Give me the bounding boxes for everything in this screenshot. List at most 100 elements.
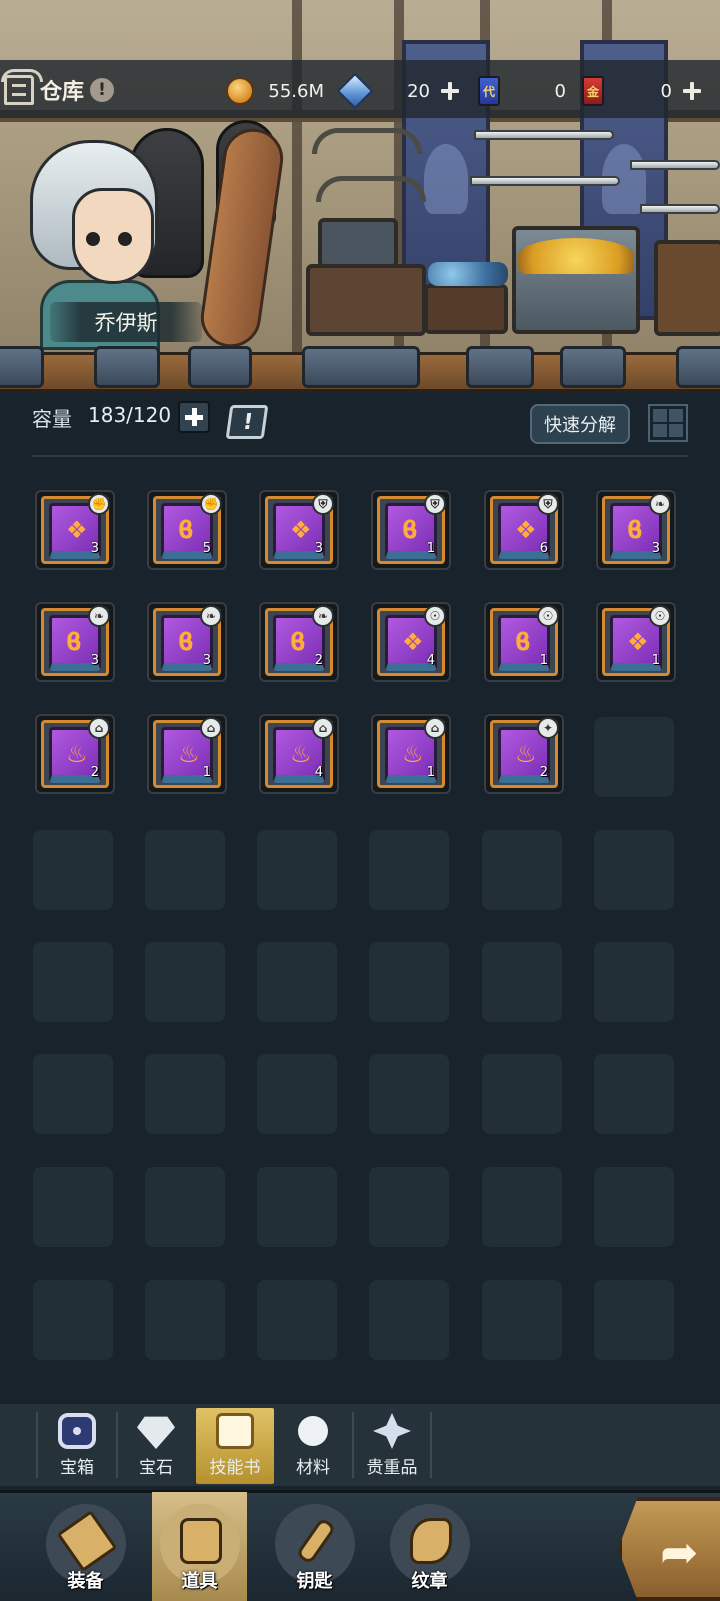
item-count: 1: [426, 541, 435, 556]
item-count: 3: [90, 653, 99, 668]
skill-book-item[interactable]: ❖ ✊ 3: [35, 490, 115, 570]
tab-valuable[interactable]: 贵重品: [353, 1408, 431, 1484]
crystal-pile: [428, 262, 508, 286]
empty-slot: [257, 830, 337, 910]
material-icon: [294, 1413, 332, 1449]
nav-equipment[interactable]: 装备: [38, 1492, 133, 1601]
tab-label: 宝箱: [60, 1458, 94, 1478]
skill-book-item[interactable]: ϐ ❧ 3: [596, 490, 676, 570]
bow-decoration: [316, 176, 426, 202]
rail-block: [676, 346, 720, 388]
notice-board-icon[interactable]: !: [225, 405, 269, 439]
wooden-beam: [292, 0, 302, 360]
item-frame: ϐ ✊ 5: [153, 493, 222, 564]
tab-label: 材料: [296, 1458, 330, 1478]
item-frame: ❖ ☉ 1: [602, 605, 671, 676]
tab-skill-book[interactable]: 技能书: [196, 1408, 274, 1484]
tab-chest[interactable]: 宝箱: [38, 1408, 116, 1484]
skill-book-item[interactable]: ❖ ⛨ 6: [484, 490, 564, 570]
tab-gem[interactable]: 宝石: [117, 1408, 195, 1484]
grid-view-toggle-icon[interactable]: [648, 404, 688, 442]
tab-separator: [430, 1412, 432, 1478]
add-red-ticket-button[interactable]: [682, 81, 702, 101]
gold-value: 55.6M: [268, 80, 324, 102]
red-ticket-icon: 金: [582, 76, 604, 106]
empty-slot: [145, 830, 225, 910]
nav-items[interactable]: 道具: [152, 1492, 247, 1601]
item-frame: ❖ ✊ 3: [41, 493, 110, 564]
rail-block: [188, 346, 252, 388]
skill-book-item[interactable]: ♨ ⌂ 1: [147, 714, 227, 794]
empty-slot: [594, 1280, 674, 1360]
blue-ticket-icon: 代: [478, 76, 500, 106]
tab-material[interactable]: 材料: [274, 1408, 352, 1484]
skill-book-item[interactable]: ϐ ❧ 3: [147, 602, 227, 682]
empty-slot: [482, 1054, 562, 1134]
item-frame: ♨ ⌂ 1: [377, 717, 446, 788]
empty-slot: [482, 942, 562, 1022]
info-icon[interactable]: !: [90, 78, 115, 102]
item-frame: ϐ ❧ 3: [41, 605, 110, 676]
skill-book-item[interactable]: ϐ ☉ 1: [484, 602, 564, 682]
barrel: [654, 240, 720, 336]
book-emblem: ❖: [515, 516, 537, 544]
skill-book-item[interactable]: ♨ ⌂ 2: [35, 714, 115, 794]
red-ticket-value: 0: [660, 80, 672, 102]
empty-slot: [145, 1280, 225, 1360]
skill-book-item[interactable]: ❖ ☉ 1: [596, 602, 676, 682]
item-count: 3: [202, 653, 211, 668]
item-frame: ϐ ☉ 1: [490, 605, 559, 676]
nav-key[interactable]: 钥匙: [267, 1492, 362, 1601]
class-badge-icon: ❧: [88, 605, 110, 627]
skill-book-item[interactable]: ♨ ⌂ 1: [371, 714, 451, 794]
class-badge-icon: ☉: [424, 605, 446, 627]
skill-book-item[interactable]: ϐ ✊ 5: [147, 490, 227, 570]
class-badge-icon: ✊: [88, 493, 110, 515]
item-count: 3: [90, 541, 99, 556]
expand-capacity-button[interactable]: [178, 401, 210, 433]
empty-slot: [369, 1280, 449, 1360]
skill-book-item[interactable]: ϐ ⛨ 1: [371, 490, 451, 570]
class-badge-icon: ☉: [537, 605, 559, 627]
item-frame: ❖ ⛨ 3: [265, 493, 334, 564]
item-count: 6: [539, 541, 548, 556]
skill-book-item[interactable]: ♨ ⌂ 4: [259, 714, 339, 794]
diamond-icon: [336, 72, 374, 110]
book-emblem: ϐ: [627, 516, 643, 544]
class-badge-icon: ⛨: [537, 493, 559, 515]
diamond-counter: 20: [336, 72, 460, 110]
book-emblem: ϐ: [402, 516, 418, 544]
book-emblem: ϐ: [178, 628, 194, 656]
empty-slot: [482, 830, 562, 910]
tab-label: 技能书: [209, 1458, 261, 1478]
item-count: 5: [202, 541, 211, 556]
skill-book-item[interactable]: ♨ ✦ 2: [484, 714, 564, 794]
hero-name[interactable]: 乔伊斯: [50, 302, 202, 342]
quick-decompose-button[interactable]: 快速分解: [530, 404, 630, 444]
skill-book-item[interactable]: ϐ ❧ 2: [259, 602, 339, 682]
item-count: 1: [426, 765, 435, 780]
skill-book-item[interactable]: ϐ ❧ 3: [35, 602, 115, 682]
small-chest: [318, 218, 398, 268]
warehouse-title[interactable]: 仓库 !: [1, 69, 115, 110]
nav-label: 纹章: [411, 1571, 448, 1592]
share-button[interactable]: ➦: [618, 1497, 720, 1601]
class-badge-icon: ⛨: [424, 493, 446, 515]
gold-counter: 55.6M: [226, 74, 324, 108]
warehouse-scene: 乔伊斯: [0, 0, 720, 392]
notice-glyph: !: [241, 410, 255, 435]
class-badge-icon: ⌂: [200, 717, 222, 739]
skill-book-item[interactable]: ❖ ☉ 4: [371, 602, 451, 682]
tab-label: 宝石: [139, 1458, 173, 1478]
empty-slot: [369, 830, 449, 910]
capacity-label: 容量: [32, 407, 72, 431]
nav-crest[interactable]: 纹章: [382, 1492, 477, 1601]
capacity-value: 183/120: [88, 403, 172, 427]
skill-book-item[interactable]: ❖ ⛨ 3: [259, 490, 339, 570]
empty-slot: [33, 1167, 113, 1247]
sword-decoration: [470, 176, 620, 186]
empty-slot: [33, 830, 113, 910]
add-diamond-button[interactable]: [440, 81, 460, 101]
book-emblem: ♨: [290, 740, 312, 768]
class-badge-icon: ⌂: [88, 717, 110, 739]
